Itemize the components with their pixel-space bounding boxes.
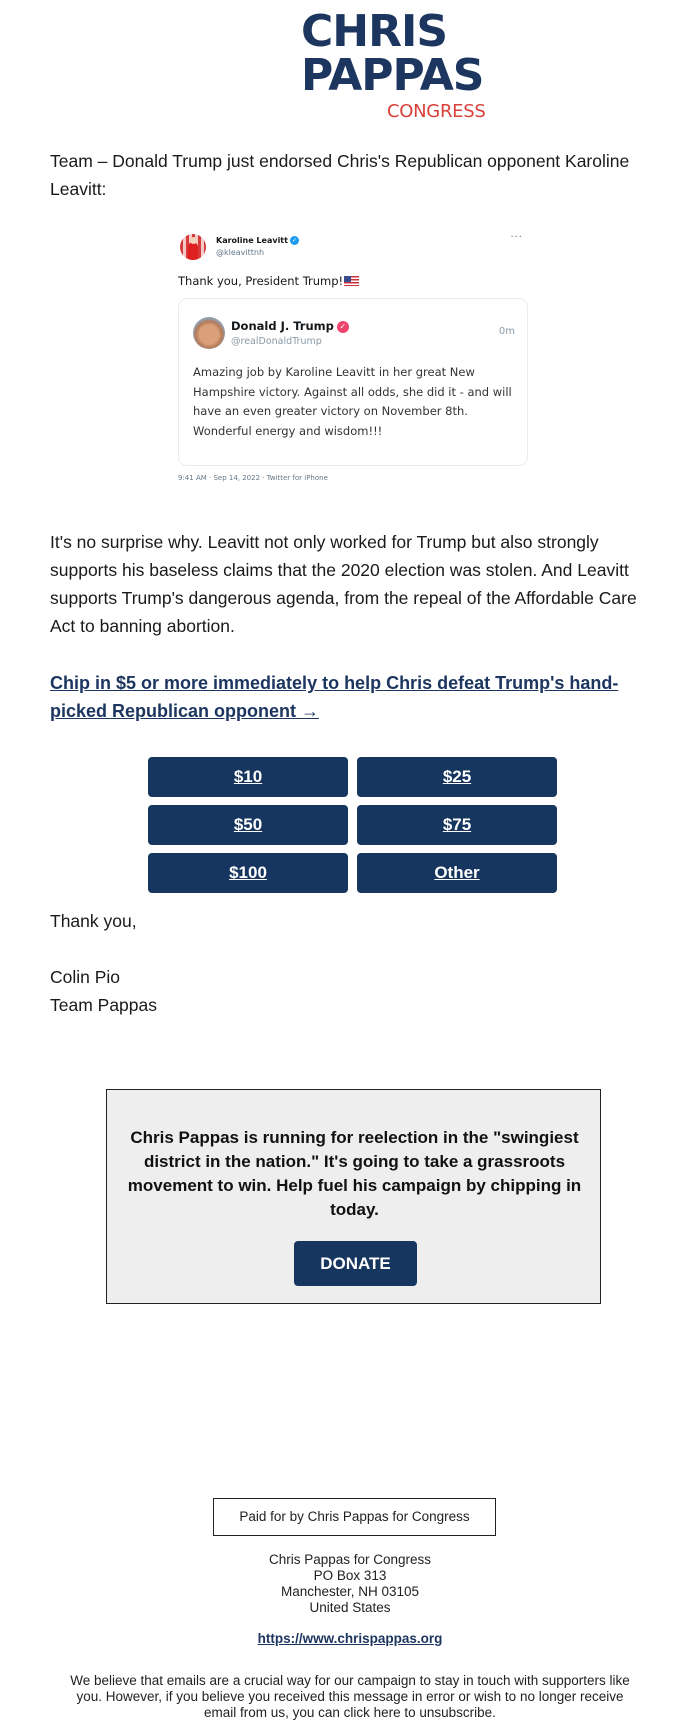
address-line: United States [309, 1600, 391, 1615]
embedded-tweet[interactable]: Karoline Leavitt ✓ @kleavittnh ··· Thank … [178, 228, 528, 508]
donate-10-button[interactable]: $10 [148, 757, 348, 797]
tweet-author-avatar [180, 234, 206, 260]
verified-badge-icon: ✓ [289, 236, 299, 245]
mailing-address: Chris Pappas for Congress PO Box 313 Man… [0, 1552, 700, 1616]
donate-cta-link[interactable]: Chip in $5 or more immediately to help C… [50, 669, 650, 725]
donate-75-button[interactable]: $75 [357, 805, 557, 845]
unsubscribe-disclaimer[interactable]: We believe that emails are a crucial way… [70, 1673, 630, 1721]
campaign-logo: CHRIS PAPPAS CONGRESS [0, 10, 700, 130]
promo-box: Chris Pappas is running for reelection i… [106, 1089, 601, 1304]
body-paragraph: It's no surprise why. Leavitt not only w… [50, 532, 637, 636]
logo-congress: CONGRESS [387, 101, 486, 122]
donate-25-button[interactable]: $25 [357, 757, 557, 797]
quoted-tweet-body: Amazing job by Karoline Leavitt in her g… [193, 365, 512, 438]
us-flag-icon [344, 276, 360, 286]
quoted-author-handle: @realDonaldTrump [231, 336, 322, 347]
quoted-author-avatar [193, 317, 225, 349]
website-link[interactable]: https://www.chrispappas.org [0, 1631, 700, 1646]
logo-chris: CHRIS [301, 6, 448, 57]
paid-for-disclaimer: Paid for by Chris Pappas for Congress [213, 1498, 496, 1536]
quoted-author-name: Donald J. Trump ✓ [231, 319, 349, 333]
tweet-text: Thank you, President Trump! [178, 274, 360, 288]
address-line: Chris Pappas for Congress [268, 1552, 432, 1567]
intro-paragraph: Team – Donald Trump just endorsed Chris'… [50, 151, 630, 199]
tweet-author-handle: @kleavittnh [216, 248, 265, 257]
signoff-team: Team Pappas [50, 995, 158, 1015]
tweet-author-name: Karoline Leavitt ✓ [216, 236, 299, 245]
signoff-name: Colin Pio [50, 967, 121, 987]
donate-50-button[interactable]: $50 [148, 805, 348, 845]
address-line: PO Box 313 [313, 1568, 387, 1583]
quoted-tweet[interactable]: Donald J. Trump ✓ @realDonaldTrump 0m Ama… [178, 298, 528, 466]
address-line: Manchester, NH 03105 [280, 1584, 420, 1599]
donate-button[interactable]: DONATE [294, 1241, 417, 1286]
donate-100-button[interactable]: $100 [148, 853, 348, 893]
logo-pappas: PAPPAS [301, 50, 484, 101]
more-options-icon[interactable]: ··· [510, 232, 523, 243]
tweet-meta: 9:41 AM · Sep 14, 2022 · Twitter for iPh… [178, 474, 328, 482]
promo-text: Chris Pappas is running for reelection i… [127, 1128, 582, 1219]
signoff-closing: Thank you, [50, 911, 137, 931]
donate-other-button[interactable]: Other [357, 853, 557, 893]
verified-badge-icon: ✓ [336, 321, 349, 333]
quoted-tweet-time: 0m [498, 326, 515, 337]
